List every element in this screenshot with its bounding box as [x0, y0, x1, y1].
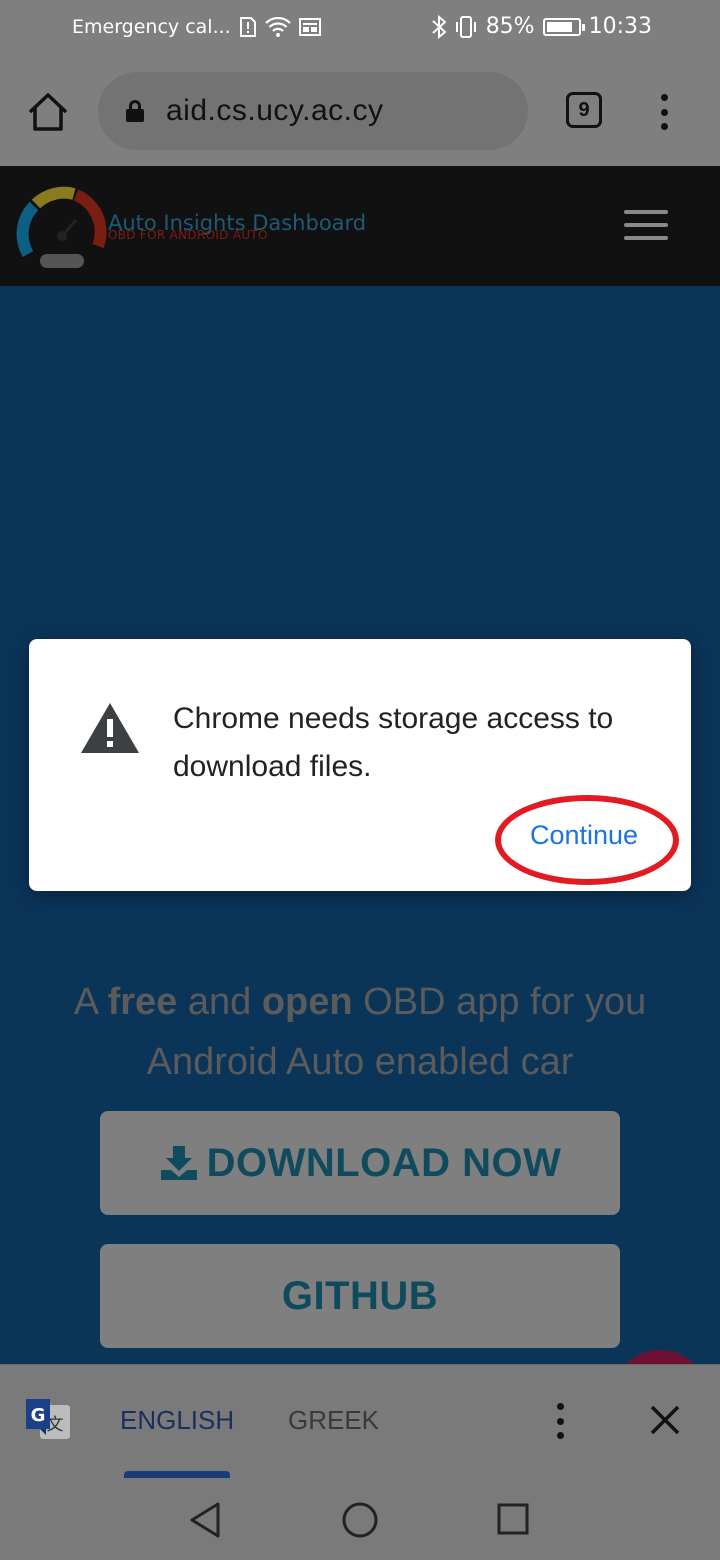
browser-menu-button[interactable]: [658, 94, 670, 130]
tagline-free: free: [107, 981, 178, 1023]
download-now-label: DOWNLOAD NOW: [206, 1140, 562, 1185]
vibrate-icon: [455, 15, 476, 38]
bluetooth-icon: [432, 14, 446, 39]
translate-bar: 文 G ENGLISH GREEK: [0, 1364, 720, 1479]
hamburger-menu-icon[interactable]: [624, 210, 668, 249]
tab-english[interactable]: ENGLISH: [120, 1405, 234, 1436]
clock: 10:33: [588, 14, 652, 39]
screen-cast-icon: [298, 18, 321, 36]
storage-permission-dialog: Chrome needs storage access to download …: [29, 639, 691, 891]
recents-square-icon[interactable]: [494, 1500, 534, 1540]
tab-switcher-button[interactable]: 9: [566, 92, 602, 128]
site-header: Auto Insights Dashboard OBD FOR ANDROID …: [0, 166, 720, 286]
google-translate-icon: 文 G: [26, 1399, 70, 1439]
tab-count: 9: [578, 98, 590, 121]
status-right: 85% 10:33: [432, 14, 652, 39]
brand[interactable]: Auto Insights Dashboard OBD FOR ANDROID …: [108, 212, 366, 242]
download-icon: [160, 1146, 197, 1180]
continue-button[interactable]: Continue: [509, 813, 659, 857]
back-triangle-icon[interactable]: [186, 1500, 226, 1540]
battery-icon: [542, 17, 585, 36]
carrier-text: Emergency cal...: [72, 16, 231, 38]
sim-alert-icon: [239, 17, 256, 37]
tagline-text-1: A: [73, 981, 108, 1023]
lock-icon: [126, 100, 144, 122]
close-icon[interactable]: [648, 1403, 682, 1437]
system-navigation-bar: [0, 1478, 720, 1560]
gauge-logo-icon[interactable]: [14, 184, 110, 274]
browser-toolbar: aid.cs.ucy.ac.cy 9: [0, 56, 720, 166]
download-now-button[interactable]: DOWNLOAD NOW: [100, 1111, 620, 1215]
status-left: Emergency cal...: [72, 16, 321, 38]
svg-text:G: G: [31, 1405, 46, 1426]
translate-more-button[interactable]: [554, 1403, 566, 1439]
tagline-text-2: and: [177, 981, 262, 1023]
tab-greek[interactable]: GREEK: [288, 1405, 379, 1436]
address-bar[interactable]: aid.cs.ucy.ac.cy: [98, 72, 528, 150]
hero-tagline: A free and open OBD app for you Android …: [60, 972, 660, 1092]
battery-percent: 85%: [485, 14, 535, 39]
warning-icon: [81, 703, 139, 753]
url-text[interactable]: aid.cs.ucy.ac.cy: [166, 94, 384, 128]
dialog-message: Chrome needs storage access to download …: [173, 702, 614, 783]
home-icon[interactable]: [26, 90, 70, 134]
github-label: GITHUB: [281, 1273, 439, 1318]
tagline-open: open: [261, 981, 353, 1023]
status-bar: Emergency cal... 85% 10:33: [0, 0, 720, 56]
home-circle-icon[interactable]: [340, 1500, 380, 1540]
wifi-icon: [264, 17, 291, 37]
github-button[interactable]: GITHUB: [100, 1244, 620, 1348]
